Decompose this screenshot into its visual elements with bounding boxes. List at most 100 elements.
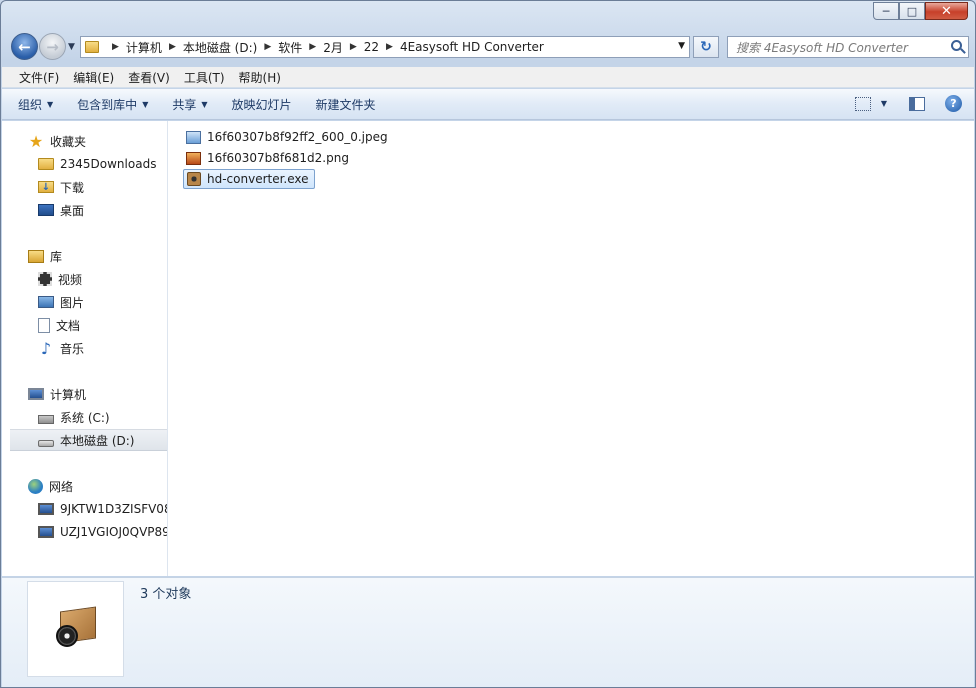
sidebar-item-drive-c[interactable]: 系统 (C:) [38,406,110,428]
share-label: 共享 [172,97,197,112]
breadcrumb-separator-icon[interactable]: ▶ [112,42,119,52]
download-folder-icon: ↓ [38,181,54,193]
sidebar-item-network-computer[interactable]: 9JKTW1D3ZISFV08 [38,498,168,520]
change-view-icon[interactable] [854,96,871,111]
menu-view[interactable]: 查看(V) [121,69,177,86]
forward-button[interactable]: → [39,33,66,60]
sidebar-item-label: 9JKTW1D3ZISFV08 [60,502,168,516]
breadcrumb-computer[interactable]: 计算机 [126,39,162,56]
address-bar[interactable]: ▶ 计算机 ▶ 本地磁盘 (D:) ▶ 软件 ▶ 2月 ▶ 22 ▶ 4Easy… [80,36,690,58]
sidebar-item-label: 音乐 [60,341,85,356]
sidebar-item-label: 库 [50,249,63,264]
sidebar-item-music[interactable]: ♪ 音乐 [38,337,84,359]
dropdown-arrow-icon: ▼ [47,99,54,109]
file-thumbnail [27,581,124,677]
new-folder-button[interactable]: 新建文件夹 [316,96,376,113]
network-computer-icon [38,526,54,538]
file-name: 16f60307b8f92ff2_600_0.jpeg [207,130,388,144]
sidebar-item-downloads[interactable]: ↓ 下载 [38,176,84,198]
navigation-pane: ★ 收藏夹 2345Downloads ↓ 下载 桌面 库 视频 图片 文档 ♪… [2,121,168,576]
menu-help[interactable]: 帮助(H) [232,69,288,86]
sidebar-item-2345downloads[interactable]: 2345Downloads [38,153,156,175]
recent-pages-dropdown[interactable]: ▼ [68,42,75,52]
close-button[interactable]: ✕ [925,2,968,20]
hard-drive-icon [38,439,54,447]
sidebar-item-label: UZJ1VGIOJ0QVP89 [60,525,168,539]
preview-pane-icon[interactable] [909,96,925,111]
help-icon[interactable]: ? [945,95,962,112]
sidebar-item-favorites[interactable]: ★ 收藏夹 [28,130,86,152]
library-icon [28,249,44,263]
minimize-button[interactable]: ─ [873,2,899,20]
sidebar-item-label: 网络 [49,479,74,494]
breadcrumb-separator-icon[interactable]: ▶ [309,42,316,52]
sidebar-item-label: 文档 [56,318,81,333]
slideshow-button[interactable]: 放映幻灯片 [232,96,292,113]
sidebar-item-computer[interactable]: 计算机 [28,383,86,405]
sidebar-item-label: 图片 [60,295,85,310]
breadcrumb-separator-icon[interactable]: ▶ [264,42,271,52]
exe-file-icon [187,172,201,186]
sidebar-item-pictures[interactable]: 图片 [38,291,84,313]
menu-bar: 文件(F) 编辑(E) 查看(V) 工具(T) 帮助(H) [2,67,974,88]
item-count: 3 个对象 [140,587,192,602]
share-button[interactable]: 共享 ▼ [172,96,207,113]
search-placeholder: 搜索 4Easysoft HD Converter [736,40,908,55]
caption-buttons: ─ □ ✕ [873,2,968,20]
command-bar-right: ▼ ? [854,95,962,112]
file-item[interactable]: 16f60307b8f681d2.png [186,148,353,168]
include-in-library-label: 包含到库中 [77,97,138,112]
breadcrumb-separator-icon[interactable]: ▶ [169,42,176,52]
search-input[interactable]: 搜索 4Easysoft HD Converter [727,36,969,58]
refresh-button[interactable]: ↻ [693,36,719,58]
desktop-icon [38,204,54,216]
file-name: 16f60307b8f681d2.png [207,151,349,165]
view-options-dropdown[interactable]: ▼ [881,99,887,108]
organize-label: 组织 [18,97,43,112]
sidebar-item-network-computer[interactable]: UZJ1VGIOJ0QVP89 [38,521,168,543]
address-history-dropdown[interactable]: ▼ [678,41,685,51]
folder-icon [85,41,99,53]
explorer-window: ─ □ ✕ ← → ▼ ▶ 计算机 ▶ 本地磁盘 (D:) ▶ 软件 ▶ 2月 … [0,0,976,688]
menu-tools[interactable]: 工具(T) [177,69,232,86]
search-icon[interactable] [951,40,962,51]
breadcrumb-february[interactable]: 2月 [323,39,343,56]
details-pane: 3 个对象 [2,577,974,687]
sidebar-item-desktop[interactable]: 桌面 [38,199,84,221]
organize-button[interactable]: 组织 ▼ [18,96,53,113]
sidebar-item-label: 下载 [60,180,85,195]
star-icon: ★ [28,131,44,151]
dropdown-arrow-icon: ▼ [201,99,208,109]
breadcrumb-22[interactable]: 22 [364,40,379,54]
sidebar-item-libraries[interactable]: 库 [28,245,62,267]
breadcrumb-current-folder[interactable]: 4Easysoft HD Converter [400,40,544,54]
computer-icon [28,388,44,400]
maximize-button[interactable]: □ [899,2,925,20]
dropdown-arrow-icon: ▼ [142,99,149,109]
navigation-bar: ← → ▼ ▶ 计算机 ▶ 本地磁盘 (D:) ▶ 软件 ▶ 2月 ▶ 22 ▶… [9,33,969,61]
sidebar-item-drive-d[interactable]: 本地磁盘 (D:) [10,429,167,451]
breadcrumb-separator-icon[interactable]: ▶ [386,42,393,52]
breadcrumb: ▶ 计算机 ▶ 本地磁盘 (D:) ▶ 软件 ▶ 2月 ▶ 22 ▶ 4Easy… [105,39,544,56]
menu-file[interactable]: 文件(F) [12,69,66,86]
sidebar-item-label: 收藏夹 [50,134,87,149]
music-icon: ♪ [40,338,52,358]
file-item[interactable]: 16f60307b8f92ff2_600_0.jpeg [186,127,392,147]
sidebar-item-network[interactable]: 网络 [28,475,73,497]
folder-icon [38,158,54,170]
video-icon [38,272,52,286]
breadcrumb-software[interactable]: 软件 [278,39,302,56]
document-icon [38,317,50,333]
breadcrumb-separator-icon[interactable]: ▶ [350,42,357,52]
breadcrumb-drive-d[interactable]: 本地磁盘 (D:) [183,39,257,56]
sidebar-item-label: 桌面 [60,203,85,218]
command-bar: 组织 ▼ 包含到库中 ▼ 共享 ▼ 放映幻灯片 新建文件夹 ▼ ? [2,89,974,120]
file-item-selected[interactable]: hd-converter.exe [183,169,315,189]
sidebar-item-label: 计算机 [50,387,87,402]
include-in-library-button[interactable]: 包含到库中 ▼ [77,96,148,113]
sidebar-item-documents[interactable]: 文档 [38,314,80,336]
back-button[interactable]: ← [11,33,38,60]
sidebar-item-videos[interactable]: 视频 [38,268,82,290]
menu-edit[interactable]: 编辑(E) [66,69,121,86]
system-drive-icon [38,415,54,424]
